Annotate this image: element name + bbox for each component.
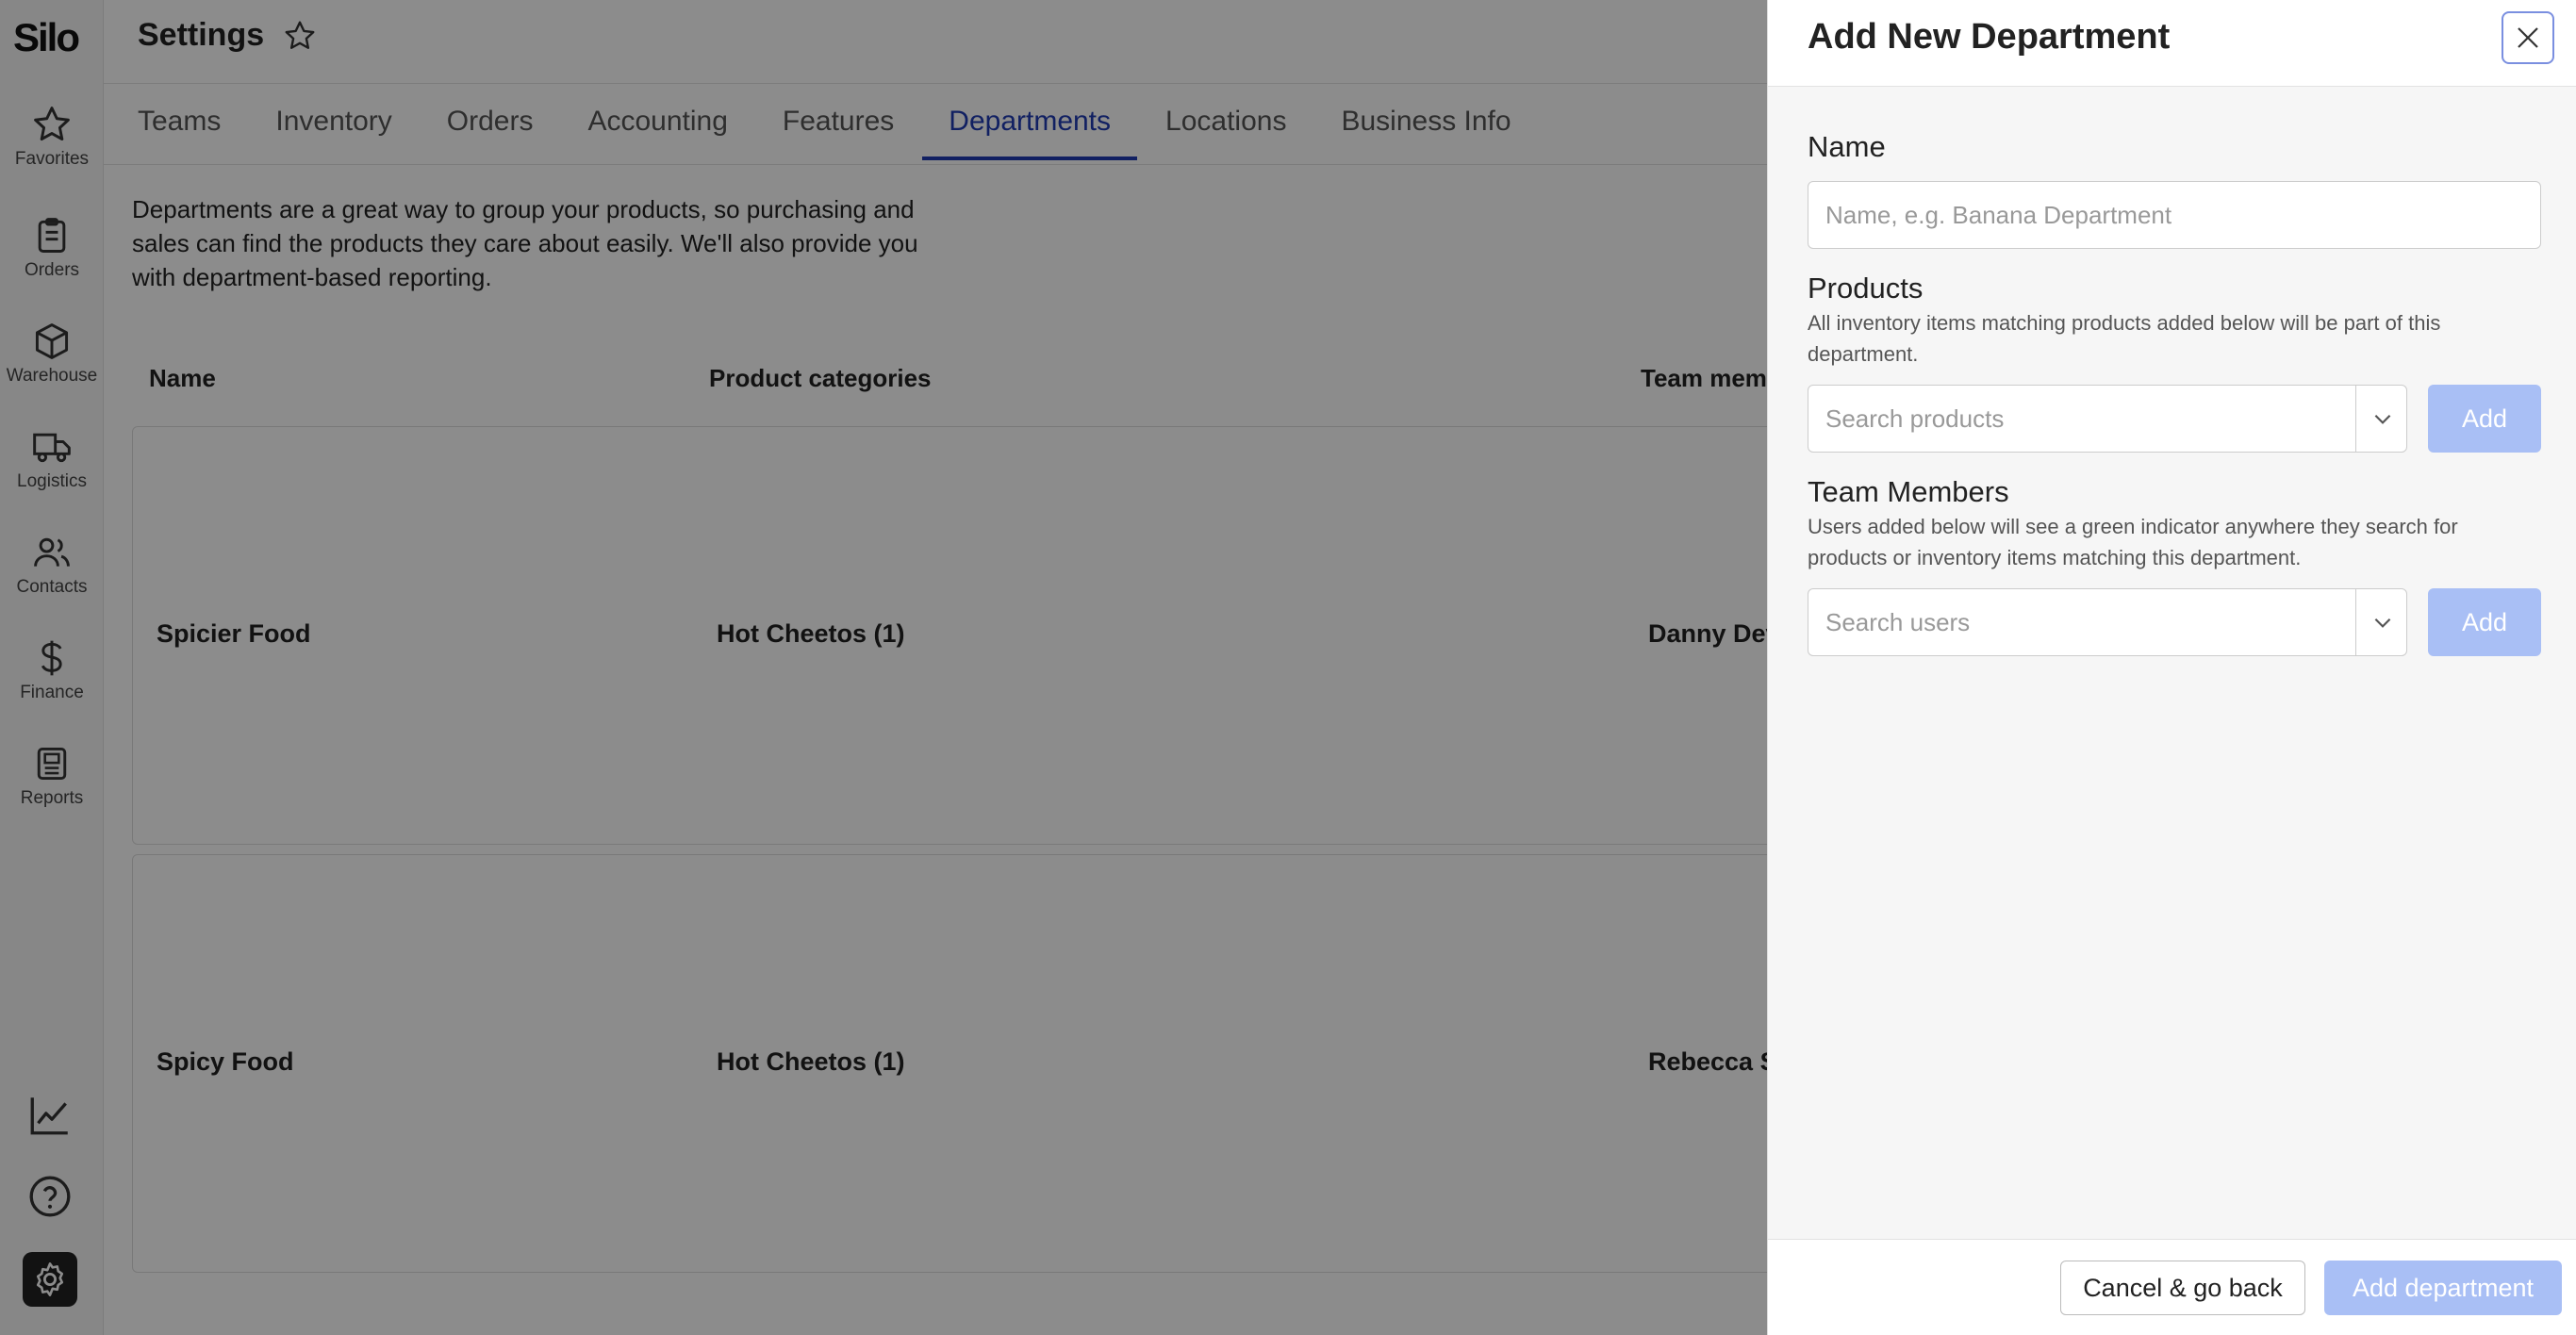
name-label: Name <box>1808 130 1886 163</box>
cancel-button[interactable]: Cancel & go back <box>2060 1261 2305 1315</box>
drawer-body: Name Products All inventory items matchi… <box>1768 87 2576 1239</box>
add-department-drawer: Add New Department Name Products All inv… <box>1767 0 2576 1335</box>
user-search-input[interactable] <box>1808 589 2355 655</box>
add-user-button[interactable]: Add <box>2428 588 2541 656</box>
products-help-text: All inventory items matching products ad… <box>1808 311 2441 366</box>
team-members-help-text: Users added below will see a green indic… <box>1808 515 2458 569</box>
department-name-input[interactable] <box>1808 181 2541 249</box>
modal-overlay[interactable] <box>0 0 1767 1335</box>
close-button[interactable] <box>2502 11 2554 64</box>
add-department-button[interactable]: Add department <box>2324 1261 2562 1315</box>
chevron-down-icon[interactable] <box>2370 406 2395 431</box>
products-label: Products <box>1808 272 1924 305</box>
add-product-button[interactable]: Add <box>2428 385 2541 453</box>
select-separator <box>2355 589 2356 655</box>
chevron-down-icon[interactable] <box>2370 610 2395 635</box>
select-separator <box>2355 386 2356 452</box>
team-members-label: Team Members <box>1808 475 2009 508</box>
drawer-title: Add New Department <box>1808 17 2171 57</box>
drawer-header: Add New Department <box>1768 0 2576 87</box>
drawer-footer: Cancel & go back Add department <box>1768 1239 2576 1335</box>
product-search-select[interactable] <box>1808 385 2407 453</box>
product-search-input[interactable] <box>1808 386 2355 452</box>
close-icon <box>2518 27 2538 48</box>
user-search-select[interactable] <box>1808 588 2407 656</box>
